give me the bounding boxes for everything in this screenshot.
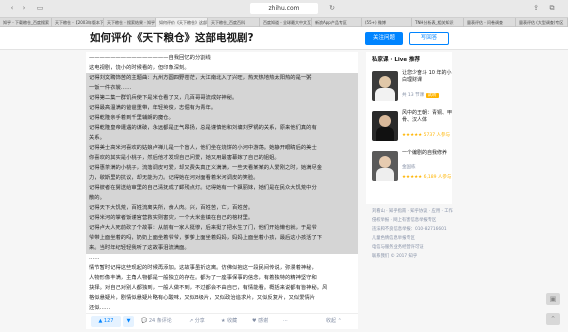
- answer-line: 格似悬疑片，剧情似悬疑片略有心酸味，又似B级片，又似政治追求片，又似反复片，又似…: [89, 295, 316, 301]
- collapse-button[interactable]: 收起 ⌃: [326, 316, 342, 327]
- browser-tab[interactable]: 量表评估 - 问卷调查: [464, 18, 516, 27]
- question-header: 如何评价《天下粮仓》这部电视剧? 关注问题 写回答: [0, 27, 568, 50]
- tab-overview-icon[interactable]: ⧉: [546, 3, 558, 14]
- footer-text: 电信与服务业务经营许可证: [372, 245, 424, 250]
- share-button[interactable]: ↗ 分享: [189, 316, 205, 327]
- address-bar[interactable]: zhihu.com: [250, 3, 318, 14]
- live-title: 风中的王朝：青铜、甲骨、汉人体: [402, 110, 453, 123]
- browser-tab[interactable]: 新浪App产品专区: [312, 18, 362, 27]
- live-rating: ★★★★★ 6,189 人参与: [402, 175, 452, 180]
- browser-tab-active[interactable]: 如何评价《天下粮仓》这部: [156, 18, 208, 27]
- footer-links[interactable]: 侵权举报 · 网上有害信息举报专区: [372, 217, 436, 225]
- comment-icon: 💬: [141, 318, 148, 324]
- answer-line-highlighted: 来。当时年纪轻轻我听了这故事泪流满面。: [86, 243, 358, 254]
- share-arrow-icon: ↗: [189, 318, 194, 324]
- sidebar-toggle-icon[interactable]: ▭: [34, 3, 46, 14]
- share-icon[interactable]: ⇪: [530, 3, 542, 14]
- share-label: 分享: [194, 318, 205, 324]
- trial-badge: 试听: [425, 93, 439, 98]
- reload-icon[interactable]: ↻: [326, 3, 338, 14]
- footer-text: 联系我们 © 2017 知乎: [372, 254, 418, 259]
- live-cover-image: [372, 151, 398, 181]
- live-item[interactable]: 让您少奋斗 10 年的小白理财课 共 13 节课 试听: [372, 70, 452, 106]
- browser-tab[interactable]: TNH分析表_相关知识: [412, 18, 464, 27]
- upvote-button[interactable]: ▲ 127: [91, 316, 121, 327]
- browser-tab[interactable]: 百度知道 - 全球最大中文互动: [260, 18, 312, 27]
- browser-toolbar: ‹ › ▭ zhihu.com ↻ ⇪ ⧉: [0, 0, 568, 18]
- briefcase-icon[interactable]: ▣: [546, 293, 560, 305]
- thanks-button[interactable]: ♥ 感谢: [252, 316, 268, 327]
- live-meta: 共 13 节课 试听: [402, 93, 439, 98]
- write-answer-button[interactable]: 写回答: [409, 32, 449, 45]
- thanks-label: 感谢: [258, 318, 269, 324]
- answer-card: ———————————————自我回忆的分割线 这电视剧，饶小的时候看的，但印象深…: [86, 52, 358, 329]
- collect-label: 收藏: [227, 318, 238, 324]
- footer-links[interactable]: 刘看山 · 知乎指南 · 知乎协议 · 应用 · 工作: [372, 208, 453, 216]
- footer-links[interactable]: 儿童色情信息举报专区: [372, 235, 415, 243]
- more-button[interactable]: ···: [283, 316, 288, 327]
- footer-text: 违法和不良信息举报：010-82716601: [372, 227, 447, 232]
- back-icon[interactable]: ‹: [6, 3, 18, 14]
- browser-tab[interactable]: 天下粮仓_百度百科: [208, 18, 260, 27]
- browser-tab[interactable]: 天下粮仓 -【2003年版本下载: [52, 18, 104, 27]
- browser-tab[interactable]: (55+) 微博: [362, 18, 412, 27]
- answer-actions: ▲ 127 ▼ 💬 24 条评论 ↗ 分享 ★ 收藏 ♥ 感谢 ··· 收起 ⌃: [86, 313, 358, 329]
- live-item[interactable]: 风中的王朝：青铜、甲骨、汉人体 ★★★★★ 5737 人参与: [372, 110, 453, 146]
- live-cover-image: [372, 111, 398, 141]
- browser-tab[interactable]: 量表评估 (大型调查)专区: [516, 18, 568, 27]
- back-to-top-icon[interactable]: ⌃: [546, 313, 560, 325]
- live-rating: ★★★★★ 5737 人参与: [402, 133, 450, 138]
- live-title: 让您少奋斗 10 年的小白理财课: [402, 70, 452, 83]
- live-title: 一个编剧的自我修养: [402, 150, 448, 156]
- tab-bar: 知乎 - 下载粮仓_百度搜索 天下粮仓 -【2003年版本下载 天下粮仓 - 搜…: [0, 18, 568, 27]
- live-recommend-panel: 私家课 · Live 推荐 让您少奋斗 10 年的小白理财课 共 13 节课 试…: [366, 52, 452, 204]
- follow-question-button[interactable]: 关注问题: [365, 32, 403, 45]
- comments-button[interactable]: 💬 24 条评论: [141, 316, 172, 327]
- live-cover-image: [372, 71, 398, 101]
- browser-tab[interactable]: 知乎 - 下载粮仓_百度搜索: [0, 18, 52, 27]
- live-item[interactable]: 一个编剧的自我修养 金国栋 ★★★★★ 6,189 人参与: [372, 150, 451, 186]
- panel-title: 私家课 · Live 推荐: [372, 57, 421, 63]
- comments-label: 24 条评论: [148, 318, 172, 324]
- collect-button[interactable]: ★ 收藏: [221, 316, 237, 327]
- downvote-button[interactable]: ▼: [123, 316, 134, 327]
- heart-icon: ♥: [252, 318, 257, 324]
- live-author: 金国栋: [402, 165, 416, 170]
- forward-icon[interactable]: ›: [18, 3, 30, 14]
- star-icon: ★: [221, 318, 226, 324]
- browser-tab[interactable]: 天下粮仓 - 搜索结果 - 知乎: [104, 18, 156, 27]
- question-title: 如何评价《天下粮仓》这部电视剧?: [90, 32, 254, 44]
